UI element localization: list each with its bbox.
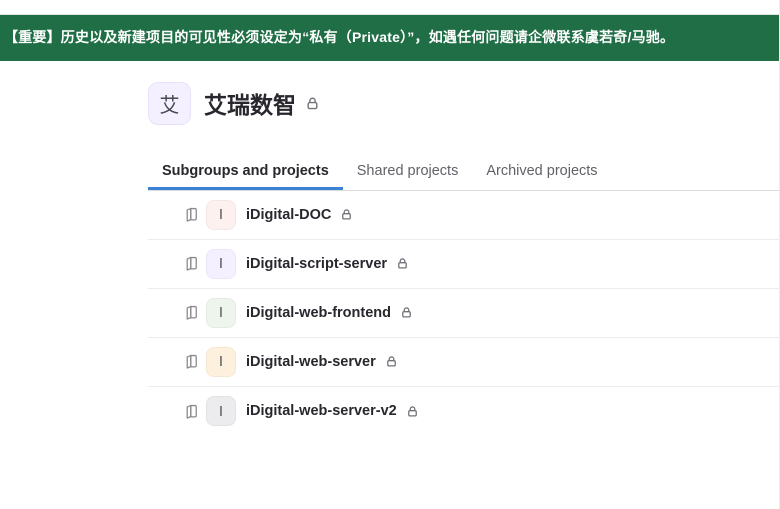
- project-row[interactable]: I iDigital-DOC: [148, 191, 780, 240]
- tab-subgroups-and-projects[interactable]: Subgroups and projects: [148, 153, 343, 190]
- tab-shared-projects[interactable]: Shared projects: [343, 153, 473, 190]
- lock-icon: [340, 208, 353, 221]
- project-row[interactable]: I iDigital-web-server-v2: [148, 387, 780, 436]
- project-name-link[interactable]: iDigital-web-frontend: [246, 305, 391, 321]
- project-avatar: I: [206, 298, 236, 328]
- project-name-link[interactable]: iDigital-script-server: [246, 256, 387, 272]
- lock-icon: [385, 355, 398, 368]
- broadcast-banner-text: 【重要】历史以及新建项目的可见性必须设定为“私有（Private）”，如遇任何问…: [4, 29, 674, 45]
- project-avatar: I: [206, 396, 236, 426]
- group-avatar: 艾: [148, 82, 191, 125]
- project-name-link[interactable]: iDigital-web-server-v2: [246, 403, 397, 419]
- project-avatar: I: [206, 249, 236, 279]
- group-header: 艾 艾瑞数智: [148, 61, 780, 125]
- group-page-content: 艾 艾瑞数智 Subgroups and projects Shared pro…: [148, 61, 780, 436]
- broadcast-banner: 【重要】历史以及新建项目的可见性必须设定为“私有（Private）”，如遇任何问…: [0, 15, 780, 61]
- project-list: I iDigital-DOC I iDigital-script-server: [148, 191, 780, 436]
- lock-icon: [305, 96, 320, 111]
- project-row[interactable]: I iDigital-script-server: [148, 240, 780, 289]
- project-avatar-letter: I: [219, 255, 223, 272]
- tab-archived-projects[interactable]: Archived projects: [472, 153, 611, 190]
- lock-icon: [406, 405, 419, 418]
- group-avatar-letter: 艾: [160, 89, 180, 118]
- project-avatar-letter: I: [219, 206, 223, 223]
- project-icon: [182, 403, 199, 420]
- project-icon: [182, 206, 199, 223]
- project-avatar: I: [206, 347, 236, 377]
- group-tabs: Subgroups and projects Shared projects A…: [148, 153, 780, 191]
- project-avatar-letter: I: [219, 353, 223, 370]
- project-name-link[interactable]: iDigital-web-server: [246, 354, 376, 370]
- project-avatar-letter: I: [219, 403, 223, 420]
- lock-icon: [400, 306, 413, 319]
- project-icon: [182, 353, 199, 370]
- project-icon: [182, 255, 199, 272]
- group-title: 艾瑞数智: [204, 86, 296, 120]
- project-avatar: I: [206, 200, 236, 230]
- header-bottom-strip: [0, 0, 780, 15]
- project-name-link[interactable]: iDigital-DOC: [246, 207, 331, 223]
- project-avatar-letter: I: [219, 304, 223, 321]
- project-icon: [182, 304, 199, 321]
- project-row[interactable]: I iDigital-web-frontend: [148, 289, 780, 338]
- project-row[interactable]: I iDigital-web-server: [148, 338, 780, 387]
- lock-icon: [396, 257, 409, 270]
